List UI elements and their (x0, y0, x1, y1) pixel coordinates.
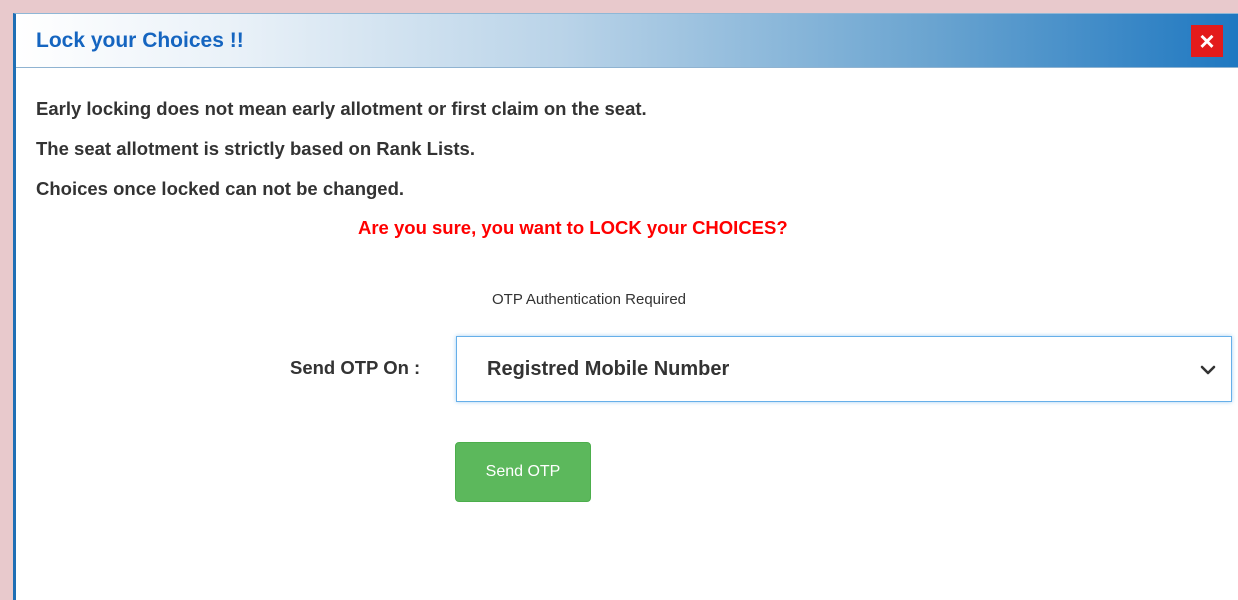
chevron-down-icon (1200, 365, 1216, 375)
lock-choices-dialog: Lock your Choices !! × Early locking doe… (13, 13, 1238, 600)
otp-required-note: OTP Authentication Required (492, 291, 687, 308)
close-icon: × (1199, 26, 1215, 56)
dialog-titlebar: Lock your Choices !! × (16, 14, 1238, 68)
lock-warning: Are you sure, you want to LOCK your CHOI… (358, 217, 788, 238)
send-otp-on-label: Send OTP On : (290, 357, 421, 378)
send-otp-button[interactable]: Send OTP (455, 442, 591, 502)
message-line-2: The seat allotment is strictly based on … (36, 138, 475, 159)
dialog-title: Lock your Choices !! (36, 29, 244, 52)
send-otp-select-value: Registred Mobile Number (487, 358, 730, 380)
send-otp-select[interactable]: Registred Mobile Number (456, 336, 1232, 402)
close-button[interactable]: × (1191, 25, 1223, 57)
message-line-3: Choices once locked can not be changed. (36, 178, 405, 199)
message-line-1: Early locking does not mean early allotm… (36, 98, 647, 119)
